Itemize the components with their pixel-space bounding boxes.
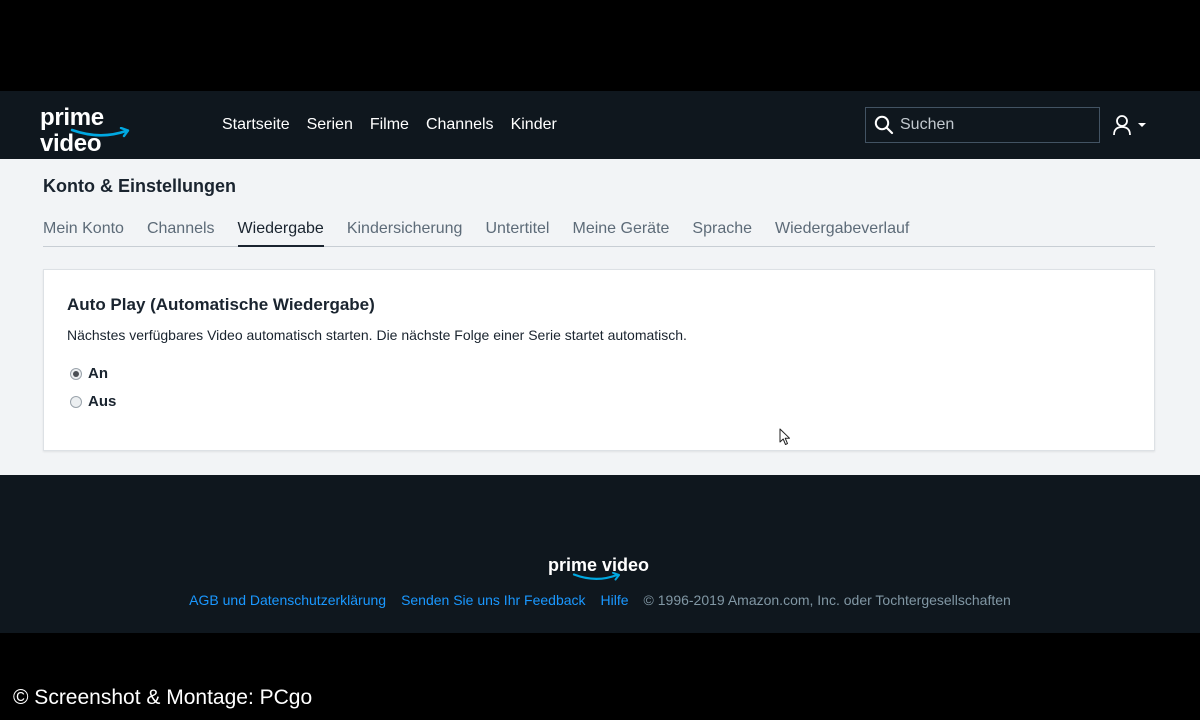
- tab-channels[interactable]: Channels: [147, 218, 215, 247]
- tab-wiedergabeverlauf[interactable]: Wiedergabeverlauf: [775, 218, 909, 247]
- top-header: prime video Startseite Serien Filme Chan…: [0, 91, 1200, 159]
- settings-tabs: Mein Konto Channels Wiedergabe Kindersic…: [43, 218, 1155, 247]
- tab-meine-geraete[interactable]: Meine Geräte: [572, 218, 669, 247]
- radio-aus[interactable]: [70, 395, 82, 408]
- footer-link-agb[interactable]: AGB und Datenschutzerklärung: [189, 592, 386, 608]
- tab-kindersicherung[interactable]: Kindersicherung: [347, 218, 463, 247]
- page-title: Konto & Einstellungen: [43, 176, 236, 196]
- footer-link-hilfe[interactable]: Hilfe: [601, 592, 629, 608]
- letterbox-top: [0, 0, 1200, 91]
- nav-item-filme[interactable]: Filme: [370, 116, 409, 134]
- autoplay-title: Auto Play (Automatische Wiedergabe): [67, 295, 375, 314]
- search-icon: [874, 115, 894, 135]
- nav-item-serien[interactable]: Serien: [307, 116, 353, 134]
- nav-item-startseite[interactable]: Startseite: [222, 116, 290, 134]
- footer-links: AGB und Datenschutzerklärung Senden Sie …: [0, 592, 1200, 608]
- footer-smile-arrow-icon: [572, 572, 620, 581]
- mouse-cursor-icon: [779, 428, 790, 445]
- nav-item-channels[interactable]: Channels: [426, 116, 494, 134]
- tab-mein-konto[interactable]: Mein Konto: [43, 218, 124, 247]
- nav-item-kinder[interactable]: Kinder: [511, 116, 557, 134]
- tab-wiedergabe[interactable]: Wiedergabe: [237, 218, 324, 247]
- prime-video-logo[interactable]: prime video: [40, 105, 170, 157]
- footer: prime video AGB und Datenschutzerklärung…: [0, 475, 1200, 633]
- search-box[interactable]: [865, 107, 1100, 143]
- chevron-down-icon: [1138, 123, 1146, 127]
- footer-logo: prime video: [548, 555, 658, 589]
- footer-copyright: © 1996-2019 Amazon.com, Inc. oder Tochte…: [643, 592, 1011, 608]
- settings-main: Konto & Einstellungen Mein Konto Channel…: [0, 159, 1200, 475]
- screenshot-watermark: © Screenshot & Montage: PCgo: [13, 686, 313, 709]
- autoplay-card: Auto Play (Automatische Wiedergabe) Näch…: [43, 269, 1155, 451]
- user-icon: [1113, 115, 1131, 136]
- tab-sprache[interactable]: Sprache: [692, 218, 752, 247]
- autoplay-option-an[interactable]: An: [70, 365, 108, 382]
- main-nav: Startseite Serien Filme Channels Kinder: [222, 91, 557, 159]
- radio-label-an: An: [88, 365, 108, 382]
- search-input[interactable]: [900, 116, 1090, 134]
- radio-label-aus: Aus: [88, 393, 117, 410]
- user-menu[interactable]: [1112, 113, 1152, 137]
- autoplay-option-aus[interactable]: Aus: [70, 393, 116, 410]
- radio-an[interactable]: [70, 367, 82, 380]
- tab-untertitel[interactable]: Untertitel: [485, 218, 549, 247]
- footer-link-feedback[interactable]: Senden Sie uns Ihr Feedback: [401, 592, 585, 608]
- smile-arrow-icon: [70, 127, 130, 138]
- autoplay-description: Nächstes verfügbares Video automatisch s…: [67, 327, 687, 343]
